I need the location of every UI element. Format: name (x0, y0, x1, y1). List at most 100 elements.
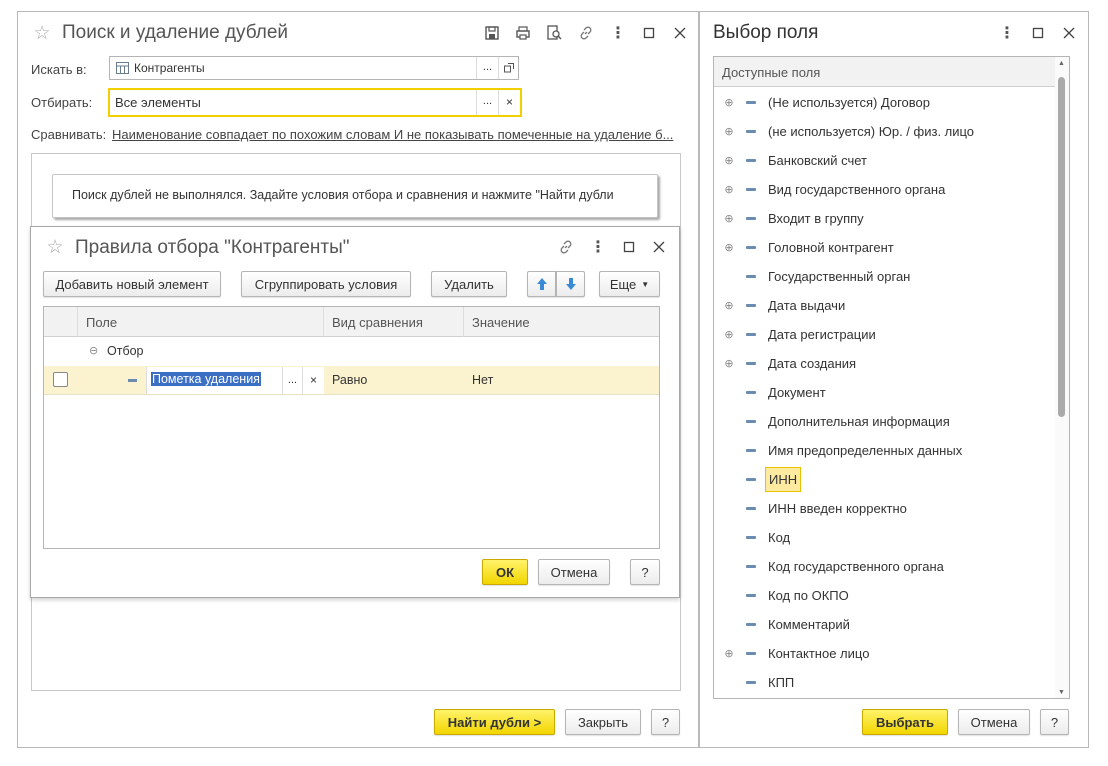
cancel-button[interactable]: Отмена (958, 709, 1030, 735)
link-icon[interactable] (556, 237, 576, 257)
expand-icon[interactable]: ⊕ (722, 357, 736, 370)
field-icon (746, 275, 756, 278)
close-button[interactable]: Закрыть (565, 709, 641, 735)
maximize-icon[interactable] (639, 23, 659, 43)
field-list-item[interactable]: ⊕ Головной контрагент (714, 233, 1055, 262)
field-list-item[interactable]: ИНН (714, 465, 1055, 494)
scrollbar[interactable]: ▲ ▼ (1055, 57, 1069, 698)
field-icon (746, 130, 756, 133)
field-select-button[interactable]: ... (282, 367, 302, 394)
find-duplicates-button[interactable]: Найти дубли > (434, 709, 555, 735)
search-in-select-button[interactable]: ... (476, 57, 498, 79)
search-in-field[interactable]: Контрагенты ... (109, 56, 519, 80)
help-button[interactable]: ? (630, 559, 660, 585)
group-row[interactable]: ⊖ Отбор (44, 337, 659, 366)
more-menu-icon[interactable]: ⋮ (608, 23, 628, 43)
move-down-button[interactable] (556, 271, 585, 297)
expand-icon[interactable]: ⊕ (722, 96, 736, 109)
field-list-item[interactable]: ⊕ (Не используется) Договор (714, 88, 1055, 117)
comparison-cell[interactable]: Равно (332, 373, 367, 387)
field-list-item[interactable]: ИНН введен корректно (714, 494, 1055, 523)
scroll-up-icon[interactable]: ▲ (1058, 60, 1065, 67)
close-icon[interactable] (649, 237, 669, 257)
expand-icon[interactable]: ⊕ (722, 125, 736, 138)
field-clear-button[interactable]: × (302, 367, 324, 394)
field-list-item[interactable]: Имя предопределенных данных (714, 436, 1055, 465)
column-header-comparison[interactable]: Вид сравнения (324, 307, 464, 337)
delete-button[interactable]: Удалить (431, 271, 507, 297)
field-dash-icon (128, 379, 137, 382)
field-value-selected[interactable]: Пометка удаления (151, 372, 261, 386)
help-button[interactable]: ? (1040, 709, 1069, 735)
select-button[interactable]: Выбрать (862, 709, 948, 735)
search-in-label: Искать в: (31, 62, 87, 77)
ok-button[interactable]: ОК (482, 559, 528, 585)
field-name: Дата регистрации (768, 327, 876, 342)
group-conditions-button[interactable]: Сгруппировать условия (241, 271, 411, 297)
field-name: Входит в группу (768, 211, 864, 226)
scrollbar-thumb[interactable] (1058, 77, 1065, 417)
field-list-item[interactable]: ⊕ (не используется) Юр. / физ. лицо (714, 117, 1055, 146)
more-menu-icon[interactable]: ⋮ (588, 237, 608, 257)
print-icon[interactable] (513, 23, 533, 43)
save-icon[interactable] (482, 23, 502, 43)
compare-link[interactable]: Наименование совпадает по похожим словам… (112, 127, 673, 142)
maximize-icon[interactable] (1028, 23, 1048, 43)
link-icon[interactable] (576, 23, 596, 43)
expand-icon[interactable]: ⊕ (722, 647, 736, 660)
table-row[interactable]: Пометка удаления ... × Равно Нет (44, 366, 659, 395)
cancel-button[interactable]: Отмена (538, 559, 610, 585)
expand-icon[interactable]: ⊕ (722, 183, 736, 196)
dialog-title: Правила отбора "Контрагенты" (75, 237, 350, 258)
row-checkbox[interactable] (53, 372, 68, 387)
field-list-item[interactable]: КПП (714, 668, 1055, 697)
arrow-up-icon (536, 278, 547, 290)
open-icon[interactable] (498, 57, 518, 79)
chevron-down-icon: ▼ (641, 279, 650, 289)
field-list-item[interactable]: ⊕ Контактное лицо (714, 639, 1055, 668)
field-icon (746, 594, 756, 597)
field-list-item[interactable]: Код по ОКПО (714, 581, 1055, 610)
filter-clear-button[interactable]: × (498, 90, 520, 115)
field-list-item[interactable]: Дополнительная информация (714, 407, 1055, 436)
move-up-button[interactable] (527, 271, 556, 297)
field-list-item[interactable]: ⊕ Входит в группу (714, 204, 1055, 233)
field-icon (746, 478, 756, 481)
column-header-value[interactable]: Значение (464, 307, 659, 337)
filter-field[interactable]: Все элементы ... × (108, 88, 522, 117)
field-list-item[interactable]: Комментарий (714, 610, 1055, 639)
expand-icon[interactable]: ⊕ (722, 328, 736, 341)
add-element-button[interactable]: Добавить новый элемент (43, 271, 221, 297)
field-edit-box[interactable]: Пометка удаления ... × (146, 367, 324, 394)
field-list-item[interactable]: Государственный орган (714, 262, 1055, 291)
filter-select-button[interactable]: ... (476, 90, 498, 115)
field-name: Код по ОКПО (768, 588, 849, 603)
field-list-item[interactable]: ⊕ Дата выдачи (714, 291, 1055, 320)
field-list-item[interactable]: ⊕ Вид государственного органа (714, 175, 1055, 204)
field-list-item[interactable]: Код (714, 523, 1055, 552)
close-icon[interactable] (670, 23, 690, 43)
more-menu-icon[interactable]: ⋮ (997, 23, 1017, 43)
expand-icon[interactable]: ⊕ (722, 241, 736, 254)
expand-icon[interactable]: ⊕ (722, 154, 736, 167)
field-list-item[interactable]: Код государственного органа (714, 552, 1055, 581)
more-button[interactable]: Еще ▼ (599, 271, 660, 297)
preview-icon[interactable] (544, 23, 564, 43)
expand-icon[interactable]: ⊕ (722, 299, 736, 312)
field-list-item[interactable]: Документ (714, 378, 1055, 407)
scroll-down-icon[interactable]: ▼ (1058, 689, 1065, 696)
field-list-item[interactable]: ⊕ Дата создания (714, 349, 1055, 378)
field-list-item[interactable]: ⊕ Дата регистрации (714, 320, 1055, 349)
help-button[interactable]: ? (651, 709, 680, 735)
collapse-icon[interactable]: ⊖ (89, 344, 98, 357)
close-icon[interactable] (1059, 23, 1079, 43)
field-list-item[interactable]: ⊕ Банковский счет (714, 146, 1055, 175)
column-header-field[interactable]: Поле (78, 307, 324, 337)
value-cell[interactable]: Нет (472, 373, 493, 387)
field-icon (746, 507, 756, 510)
expand-icon[interactable]: ⊕ (722, 212, 736, 225)
maximize-icon[interactable] (619, 237, 639, 257)
compare-label: Сравнивать: (31, 127, 107, 142)
favorite-star-icon[interactable]: ☆ (45, 237, 65, 258)
favorite-star-icon[interactable]: ☆ (32, 23, 52, 44)
